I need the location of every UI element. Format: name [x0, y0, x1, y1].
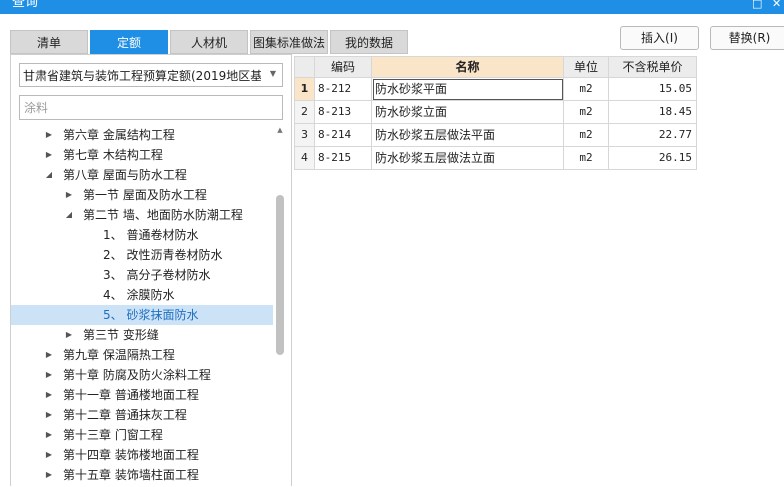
tree-item-chapter-13[interactable]: ▶ 第十三章 门窗工程 [11, 425, 273, 445]
title-bar: 查询 □ ✕ [0, 0, 784, 14]
tab-atlas-standard[interactable]: 图集标准做法 [250, 30, 328, 54]
column-header-unit[interactable]: 单位 [564, 56, 609, 78]
cell-price[interactable]: 22.77 [609, 124, 697, 147]
tree-item-label: 第三节 变形缝 [83, 328, 159, 342]
column-header-name[interactable]: 名称 [372, 56, 564, 78]
tree-item-label: 第十五章 装饰墙柱面工程 [63, 468, 199, 482]
tree-item-label: 第十一章 普通楼地面工程 [63, 388, 199, 402]
chevron-down-icon[interactable]: ▼ [270, 69, 276, 78]
tree-item-chapter-12[interactable]: ▶ 第十二章 普通抹灰工程 [11, 405, 273, 425]
column-header-code[interactable]: 编码 [315, 56, 372, 78]
quota-library-select[interactable]: 甘肃省建筑与装饰工程预算定额(2019地区基价 ▼ [19, 63, 283, 87]
tree-item-chapter-6[interactable]: ▶ 第六章 金属结构工程 [11, 125, 273, 145]
quota-library-value: 甘肃省建筑与装饰工程预算定额(2019地区基价 [23, 69, 261, 83]
tree-item-chapter-7[interactable]: ▶ 第七章 木结构工程 [11, 145, 273, 165]
insert-button[interactable]: 插入(I) [620, 26, 699, 50]
cell-code[interactable]: 8-214 [315, 124, 372, 147]
expand-icon[interactable]: ▶ [44, 405, 54, 425]
scroll-up-icon[interactable]: ▲ [275, 125, 285, 135]
tree-item-subsection-3[interactable]: 3、 高分子卷材防水 [11, 265, 273, 285]
row-number[interactable]: 2 [294, 101, 315, 124]
tree-item-label: 第十章 防腐及防火涂料工程 [63, 368, 211, 382]
expand-icon[interactable]: ▶ [44, 365, 54, 385]
cell-name[interactable]: 防水砂浆五层做法立面 [372, 147, 564, 170]
tree-item-section-1[interactable]: ▶ 第一节 屋面及防水工程 [11, 185, 273, 205]
tree-item-chapter-15[interactable]: ▶ 第十五章 装饰墙柱面工程 [11, 465, 273, 485]
tree-item-label: 2、 改性沥青卷材防水 [103, 248, 223, 262]
row-number-header [294, 56, 315, 78]
quota-table: 编码 名称 单位 不含税单价 1 8-212 防水砂浆平面 m2 15.05 2… [294, 56, 697, 170]
tree-item-label: 第七章 木结构工程 [63, 148, 163, 162]
tree-item-chapter-11[interactable]: ▶ 第十一章 普通楼地面工程 [11, 385, 273, 405]
tree-item-label: 第八章 屋面与防水工程 [63, 168, 187, 182]
tree-item-label: 第十三章 门窗工程 [63, 428, 163, 442]
row-number[interactable]: 3 [294, 124, 315, 147]
cell-name[interactable]: 防水砂浆立面 [372, 101, 564, 124]
cell-code[interactable]: 8-212 [315, 78, 372, 101]
expand-icon[interactable]: ▶ [44, 125, 54, 145]
expand-icon[interactable]: ▶ [44, 385, 54, 405]
cell-name[interactable]: 防水砂浆五层做法平面 [372, 124, 564, 147]
tree-item-label: 3、 高分子卷材防水 [103, 268, 211, 282]
cell-code[interactable]: 8-213 [315, 101, 372, 124]
column-header-price[interactable]: 不含税单价 [609, 56, 697, 78]
expand-icon[interactable]: ▶ [64, 185, 74, 205]
tab-my-data[interactable]: 我的数据 [330, 30, 408, 54]
row-number[interactable]: 4 [294, 147, 315, 170]
tree-item-section-2[interactable]: ◢ 第二节 墙、地面防水防潮工程 [11, 205, 273, 225]
close-icon[interactable]: ✕ [772, 0, 781, 11]
chapter-tree: ▶ 第六章 金属结构工程 ▶ 第七章 木结构工程 ◢ 第八章 屋面与防水工程 ▶… [11, 125, 273, 487]
tree-item-section-3[interactable]: ▶ 第三节 变形缝 [11, 325, 273, 345]
maximize-icon[interactable]: □ [752, 0, 762, 11]
tree-item-chapter-14[interactable]: ▶ 第十四章 装饰楼地面工程 [11, 445, 273, 465]
cell-unit[interactable]: m2 [564, 124, 609, 147]
window-title: 查询 [12, 0, 39, 10]
scrollbar-thumb[interactable] [276, 195, 284, 355]
search-input[interactable] [19, 95, 283, 120]
tree-item-subsection-5[interactable]: 5、 砂浆抹面防水 [11, 305, 273, 325]
tree-item-label: 第十二章 普通抹灰工程 [63, 408, 187, 422]
cell-price[interactable]: 18.45 [609, 101, 697, 124]
collapse-icon[interactable]: ◢ [44, 165, 54, 185]
expand-icon[interactable]: ▶ [44, 345, 54, 365]
tab-quota[interactable]: 定额 [90, 30, 168, 54]
collapse-icon[interactable]: ◢ [64, 205, 74, 225]
tree-item-subsection-4[interactable]: 4、 涂膜防水 [11, 285, 273, 305]
tree-item-label: 4、 涂膜防水 [103, 288, 175, 302]
tree-item-subsection-2[interactable]: 2、 改性沥青卷材防水 [11, 245, 273, 265]
tree-item-label: 第二节 墙、地面防水防潮工程 [83, 208, 243, 222]
expand-icon[interactable]: ▶ [44, 425, 54, 445]
expand-icon[interactable]: ▶ [64, 325, 74, 345]
cell-unit[interactable]: m2 [564, 78, 609, 101]
tree-item-label: 第十四章 装饰楼地面工程 [63, 448, 199, 462]
cell-unit[interactable]: m2 [564, 101, 609, 124]
tree-item-chapter-8[interactable]: ◢ 第八章 屋面与防水工程 [11, 165, 273, 185]
tree-item-label: 第九章 保温隔热工程 [63, 348, 175, 362]
tree-item-label: 第六章 金属结构工程 [63, 128, 175, 142]
expand-icon[interactable]: ▶ [44, 465, 54, 485]
tree-item-label: 第一节 屋面及防水工程 [83, 188, 207, 202]
tree-scrollbar[interactable]: ▲ [275, 125, 285, 487]
tree-item-label: 5、 砂浆抹面防水 [103, 308, 199, 322]
tree-item-label: 1、 普通卷材防水 [103, 228, 199, 242]
left-panel: 甘肃省建筑与装饰工程预算定额(2019地区基价 ▼ ▶ 第六章 金属结构工程 ▶… [10, 54, 292, 486]
row-number[interactable]: 1 [294, 78, 315, 101]
cell-price[interactable]: 15.05 [609, 78, 697, 101]
replace-button[interactable]: 替换(R) [710, 26, 784, 50]
tab-labor-material-machine[interactable]: 人材机 [170, 30, 248, 54]
tree-item-chapter-9[interactable]: ▶ 第九章 保温隔热工程 [11, 345, 273, 365]
expand-icon[interactable]: ▶ [44, 445, 54, 465]
tree-item-subsection-1[interactable]: 1、 普通卷材防水 [11, 225, 273, 245]
cell-price[interactable]: 26.15 [609, 147, 697, 170]
cell-name[interactable]: 防水砂浆平面 [372, 78, 564, 101]
category-tabs: 清单 定额 人材机 图集标准做法 我的数据 [10, 30, 410, 54]
cell-unit[interactable]: m2 [564, 147, 609, 170]
cell-code[interactable]: 8-215 [315, 147, 372, 170]
expand-icon[interactable]: ▶ [44, 145, 54, 165]
tree-item-chapter-10[interactable]: ▶ 第十章 防腐及防火涂料工程 [11, 365, 273, 385]
tab-bill[interactable]: 清单 [10, 30, 88, 54]
